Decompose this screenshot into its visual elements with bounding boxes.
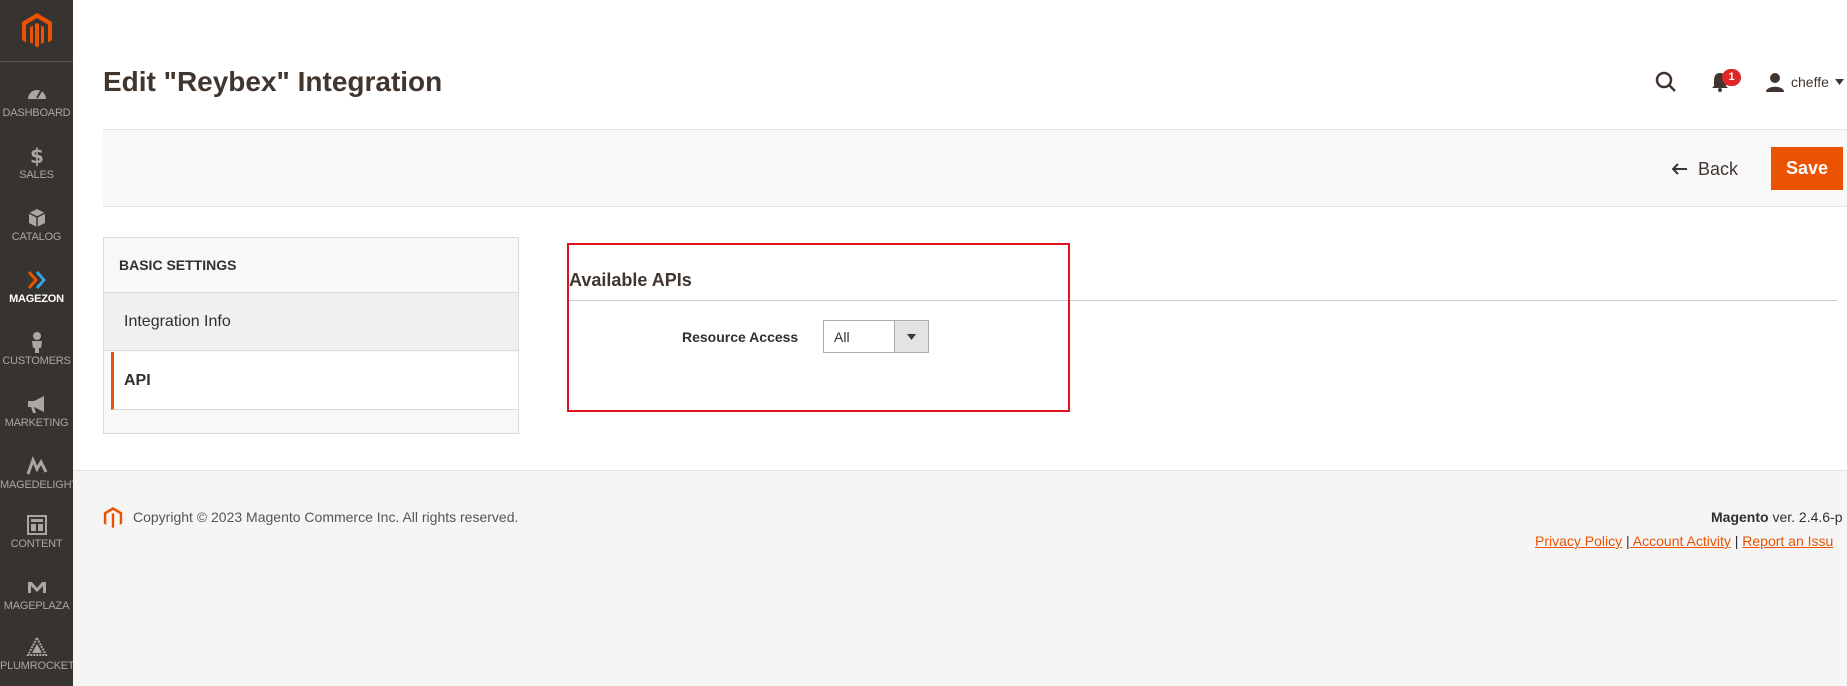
svg-text:$: $ xyxy=(30,145,44,167)
search-button[interactable] xyxy=(1654,70,1678,94)
sidebar-item-content[interactable]: Content xyxy=(0,504,73,564)
page-title: Edit "Reybex" Integration xyxy=(103,66,443,97)
sidebar-item-magedelight[interactable]: Magedelight xyxy=(0,445,73,505)
caret-down-icon xyxy=(1834,79,1844,85)
back-button[interactable]: Back xyxy=(1672,155,1738,183)
sidebar-item-sales[interactable]: $ Sales xyxy=(0,135,73,195)
report-issue-link[interactable]: Report an Issu xyxy=(1742,533,1833,549)
sidebar-item-customers[interactable]: Customers xyxy=(0,321,73,381)
tabs-title: BASIC SETTINGS xyxy=(104,238,518,293)
sidebar-item-marketing[interactable]: Marketing xyxy=(0,383,73,443)
magedelight-icon xyxy=(26,455,47,475)
sidebar-item-plumrocket[interactable]: Plumrocket xyxy=(0,626,73,686)
account-activity-link[interactable]: Account Activity xyxy=(1630,533,1731,549)
person-icon xyxy=(31,332,42,353)
sidebar-item-label: Content xyxy=(10,538,63,550)
dollar-icon: $ xyxy=(30,145,44,167)
version-number: ver. 2.4.6-p xyxy=(1768,509,1843,525)
page-actions-bar xyxy=(103,129,1847,207)
sidebar-item-label: Catalog xyxy=(11,231,62,243)
sidebar-item-catalog[interactable]: Catalog xyxy=(0,197,73,257)
sidebar-item-label: Customers xyxy=(2,355,71,367)
sidebar-item-label: Magezon xyxy=(9,293,64,305)
search-icon xyxy=(1655,71,1676,92)
magento-logo[interactable] xyxy=(0,0,73,62)
sidebar-item-label: Magedelight xyxy=(0,479,73,491)
back-label: Back xyxy=(1698,158,1739,179)
arrow-left-icon xyxy=(1672,163,1687,175)
plumrocket-icon xyxy=(25,636,48,656)
page-footer xyxy=(73,470,1847,686)
sidebar-item-label: Dashboard xyxy=(2,107,71,119)
box-icon xyxy=(28,209,45,227)
user-account-menu[interactable]: cheffe xyxy=(1765,70,1844,94)
username: cheffe xyxy=(1791,74,1829,90)
footer-links: Privacy Policy | Account Activity | Repo… xyxy=(1535,533,1833,549)
tab-api[interactable]: API xyxy=(111,352,518,410)
version-text: Magento ver. 2.4.6-p xyxy=(1711,509,1843,525)
admin-sidebar: Dashboard $ Sales Catalog Magezon Custom… xyxy=(0,0,73,686)
sidebar-item-mageplaza[interactable]: Mageplaza xyxy=(0,566,73,626)
layout-icon xyxy=(26,515,47,535)
dashboard-icon xyxy=(27,90,46,99)
save-button[interactable]: Save xyxy=(1771,147,1843,190)
user-icon xyxy=(1766,73,1784,92)
magento-footer-logo-icon xyxy=(103,507,123,529)
mageplaza-icon xyxy=(27,582,46,593)
tab-integration-info[interactable]: Integration Info xyxy=(104,293,518,351)
sidebar-item-label: Marketing xyxy=(4,417,69,429)
magezon-icon xyxy=(27,271,46,289)
highlight-box xyxy=(567,243,1070,412)
privacy-policy-link[interactable]: Privacy Policy xyxy=(1535,533,1622,549)
megaphone-icon xyxy=(27,396,44,413)
copyright-text: Copyright © 2023 Magento Commerce Inc. A… xyxy=(133,509,519,525)
sidebar-item-dashboard[interactable]: Dashboard xyxy=(0,73,73,133)
magento-logo-icon xyxy=(21,12,52,47)
settings-tabs: BASIC SETTINGS Integration Info API xyxy=(103,237,519,434)
sidebar-item-magezon[interactable]: Magezon xyxy=(0,259,73,319)
version-brand: Magento xyxy=(1711,509,1769,525)
notification-count-badge: 1 xyxy=(1722,69,1741,86)
sidebar-item-label: Sales xyxy=(19,169,54,181)
sidebar-item-label: Mageplaza xyxy=(3,600,70,612)
sidebar-item-label: Plumrocket xyxy=(0,660,73,672)
